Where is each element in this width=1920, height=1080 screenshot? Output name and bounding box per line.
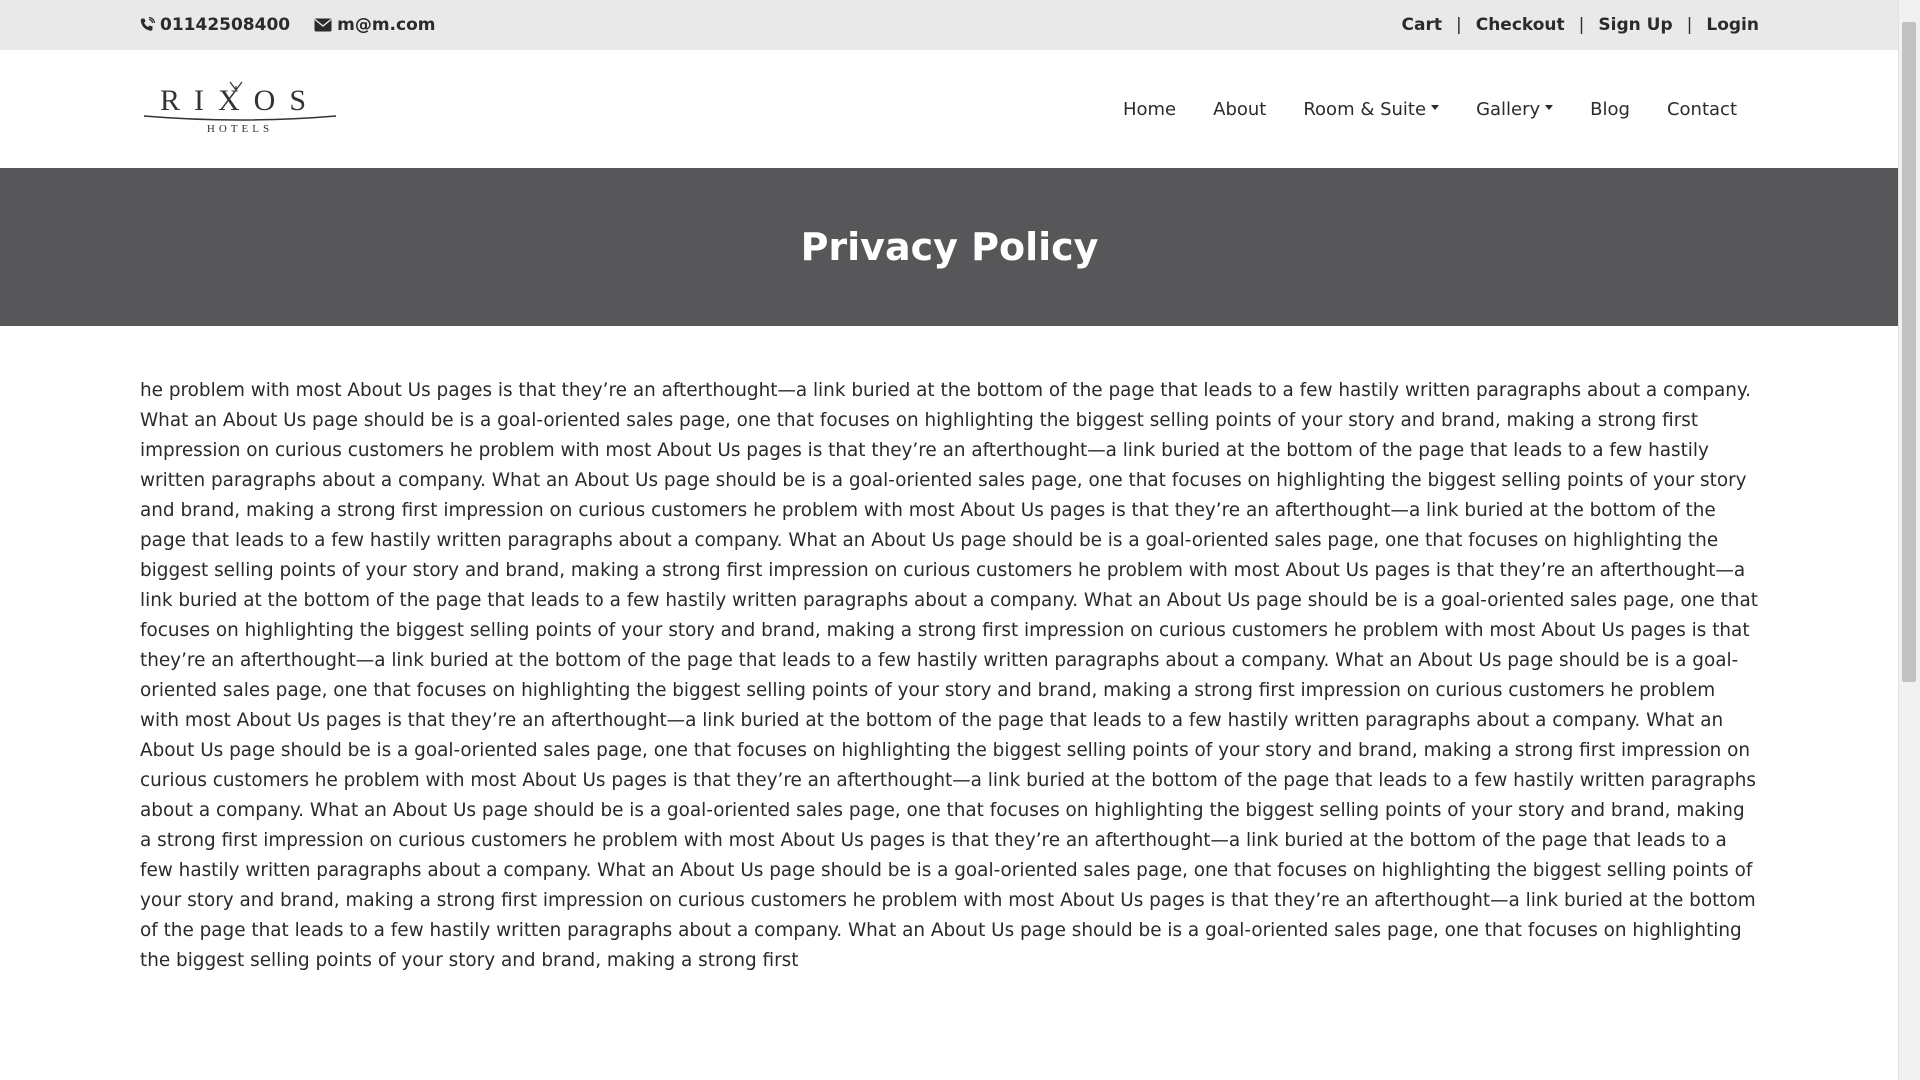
separator: | (1455, 15, 1462, 35)
contact-info: 01142508400 m@m.com (139, 0, 459, 50)
separator: | (1686, 15, 1693, 35)
phone-number: 01142508400 (160, 15, 291, 35)
nav-room-suite[interactable]: Room & Suite (1303, 98, 1440, 120)
scrollbar-thumb[interactable] (1902, 22, 1916, 682)
rixos-logo-mark: RIXOS HOTELS (143, 81, 337, 135)
site-logo[interactable]: RIXOS HOTELS (140, 78, 340, 138)
page: 01142508400 m@m.com Cart | Checkout | Si… (0, 0, 1920, 1080)
page-banner: Privacy Policy (0, 168, 1899, 326)
nav-room-suite-label: Room & Suite (1303, 98, 1427, 120)
phone-icon (139, 17, 155, 33)
svg-text:HOTELS: HOTELS (207, 123, 273, 135)
nav-gallery[interactable]: Gallery (1476, 98, 1554, 120)
nav-contact[interactable]: Contact (1667, 99, 1737, 120)
checkout-link[interactable]: Checkout (1476, 15, 1565, 35)
envelope-icon (314, 18, 332, 32)
site-header: RIXOS HOTELS Home About Room & Suite Gal… (0, 50, 1899, 168)
email-contact[interactable]: m@m.com (314, 15, 435, 35)
top-contact-bar: 01142508400 m@m.com Cart | Checkout | Si… (0, 0, 1899, 50)
nav-home[interactable]: Home (1123, 99, 1176, 120)
nav-blog[interactable]: Blog (1590, 99, 1630, 120)
main-navigation: Home About Room & Suite Gallery Blog Con… (1086, 50, 1737, 168)
sign-up-link[interactable]: Sign Up (1598, 15, 1672, 35)
account-links: Cart | Checkout | Sign Up | Login (1402, 0, 1759, 50)
phone-contact[interactable]: 01142508400 (139, 15, 290, 35)
separator: | (1578, 15, 1585, 35)
policy-content: he problem with most About Us pages is t… (140, 376, 1760, 1080)
svg-text:RIXOS: RIXOS (160, 84, 320, 117)
page-scrollbar[interactable] (1898, 0, 1920, 1080)
cart-link[interactable]: Cart (1402, 15, 1442, 35)
policy-paragraph: he problem with most About Us pages is t… (140, 380, 1758, 971)
page-title: Privacy Policy (800, 225, 1099, 269)
email-address: m@m.com (337, 15, 436, 35)
caret-down-icon (1545, 104, 1554, 110)
nav-gallery-label: Gallery (1476, 98, 1541, 120)
caret-down-icon (1431, 104, 1440, 110)
nav-about[interactable]: About (1213, 99, 1266, 120)
login-link[interactable]: Login (1706, 15, 1759, 35)
